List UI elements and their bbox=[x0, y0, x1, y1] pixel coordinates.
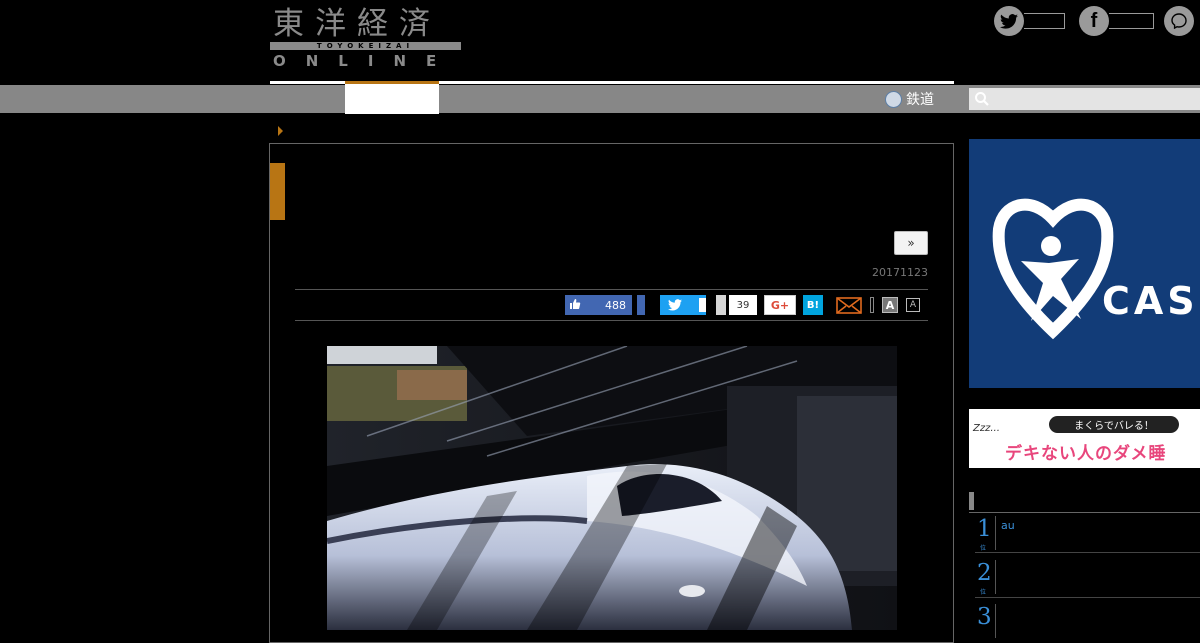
messenger-follow[interactable] bbox=[1164, 6, 1194, 36]
ranking-number-2: 2 bbox=[977, 560, 992, 586]
facebook-like-count: 488 bbox=[605, 298, 626, 312]
facebook-share-button[interactable] bbox=[637, 295, 645, 315]
nav-tab-active[interactable] bbox=[345, 81, 439, 114]
logo-kanji[interactable]: 東洋経済 bbox=[273, 6, 441, 42]
twitter-bird-icon bbox=[668, 299, 682, 311]
ranking-divider bbox=[995, 516, 996, 550]
pocket-count: 39 bbox=[729, 295, 757, 315]
logo-online-text[interactable]: ONLINE bbox=[273, 52, 456, 70]
share-divider-top bbox=[295, 289, 928, 290]
nav-item-railway-label: 鉄道 bbox=[906, 92, 934, 108]
ranking-number-1: 1 bbox=[977, 516, 992, 542]
twitter-icon bbox=[994, 6, 1024, 36]
messenger-icon bbox=[1164, 6, 1194, 36]
nav-item-railway[interactable]: 鉄道 bbox=[885, 88, 934, 110]
ranking-row-separator bbox=[975, 597, 1200, 598]
logo-roman-text: TOYOKEIZAI bbox=[316, 42, 415, 50]
ranking-suffix-1: 位 bbox=[980, 545, 987, 552]
facebook-icon: f bbox=[1079, 6, 1109, 36]
article-title-accent bbox=[270, 163, 285, 220]
ranking-suffix-2: 位 bbox=[980, 589, 987, 596]
ad-makura-pill: まくらでバレる！ bbox=[1049, 416, 1179, 433]
breadcrumb-arrow-icon bbox=[278, 126, 283, 136]
next-page-button[interactable]: » bbox=[894, 231, 928, 255]
twitter-count-pill bbox=[1024, 13, 1065, 29]
facebook-count-pill bbox=[1109, 13, 1154, 29]
ranking-number-3: 3 bbox=[977, 604, 992, 630]
article-hero-image bbox=[327, 346, 897, 630]
ad-banner-casa[interactable]: CAS bbox=[969, 139, 1200, 388]
twitter-follow[interactable] bbox=[994, 6, 1065, 36]
ranking-row-separator bbox=[975, 552, 1200, 553]
ranking-divider bbox=[995, 560, 996, 594]
ranking-header-accent bbox=[969, 492, 974, 510]
thumbs-up-icon bbox=[565, 298, 585, 313]
ranking-divider bbox=[995, 604, 996, 638]
font-size-large-button[interactable]: A bbox=[882, 297, 898, 313]
facebook-like-button[interactable]: 488 bbox=[565, 295, 632, 315]
twitter-share-button[interactable] bbox=[660, 295, 690, 315]
print-icon[interactable] bbox=[870, 297, 874, 313]
twitter-count-inner bbox=[699, 298, 706, 312]
facebook-follow[interactable]: f bbox=[1079, 6, 1154, 36]
ad-casa-text: CAS bbox=[1102, 279, 1199, 323]
font-size-small-button[interactable]: A bbox=[906, 298, 920, 312]
search-input[interactable] bbox=[969, 88, 1200, 110]
ad-makura-zzz: Zzz... bbox=[973, 423, 1000, 434]
casa-logo-icon bbox=[992, 198, 1114, 340]
publish-date: 20171123 bbox=[872, 266, 928, 279]
hatena-bookmark-button[interactable]: B! bbox=[803, 295, 823, 315]
pocket-button[interactable] bbox=[716, 295, 726, 315]
search-icon bbox=[975, 92, 989, 106]
train-icon bbox=[885, 90, 902, 108]
ranking-item-1[interactable]: au bbox=[1001, 519, 1015, 532]
logo-roman-bar: TOYOKEIZAI bbox=[270, 42, 461, 50]
ad-makura-title: デキない人のダメ睡 bbox=[1005, 444, 1167, 464]
mail-icon[interactable] bbox=[836, 297, 862, 314]
share-divider-bottom bbox=[295, 320, 928, 321]
ranking-header bbox=[969, 490, 1200, 513]
ad-banner-makura[interactable]: Zzz... まくらでバレる！ デキない人のダメ睡 bbox=[969, 409, 1200, 468]
google-plus-button[interactable]: G+ bbox=[764, 295, 796, 315]
